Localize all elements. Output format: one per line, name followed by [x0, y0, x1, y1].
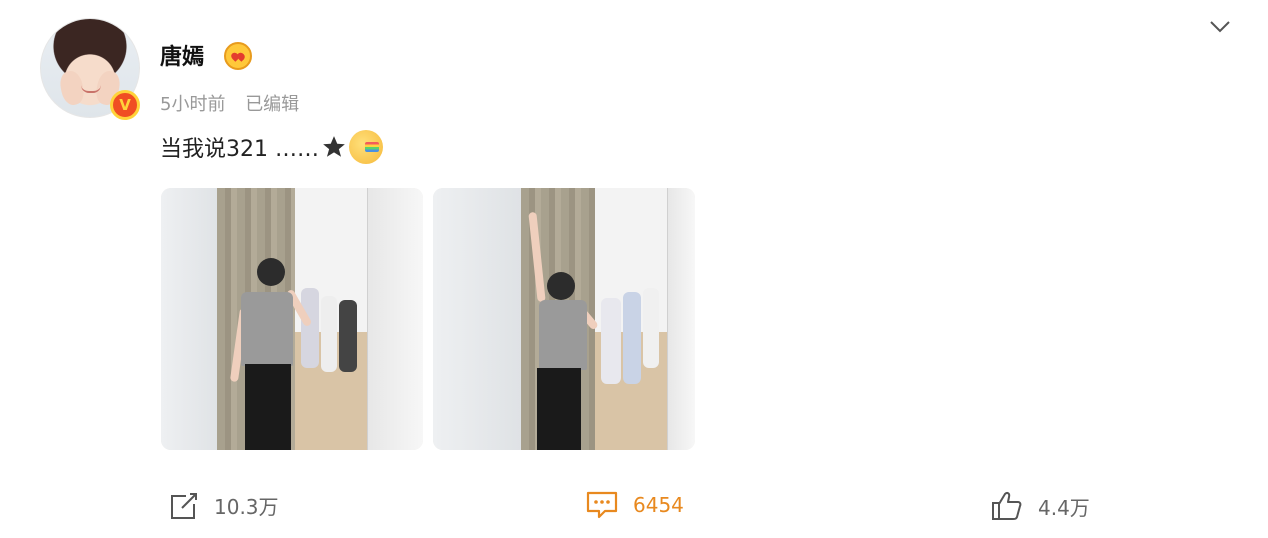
share-button[interactable]: 10.3万 [168, 490, 279, 520]
author-name[interactable]: 唐嫣 [160, 39, 204, 71]
like-button[interactable]: 4.4万 [990, 490, 1090, 522]
post-text-line: 当我说321 …… [160, 130, 383, 164]
post-image-1[interactable] [161, 188, 423, 450]
edited-label[interactable]: 已编辑 [245, 94, 299, 115]
rainbow-face-icon [349, 130, 383, 164]
chevron-down-icon[interactable] [1209, 18, 1231, 36]
post-time[interactable]: 5小时前 [160, 94, 225, 115]
weibo-post: V 唐嫣 5小时前 已编辑 当我说321 …… 10.3万 6454 4.4万 [0, 0, 1268, 538]
comment-count: 6454 [633, 493, 684, 517]
heart-eyes-badge-icon [224, 42, 252, 70]
share-count: 10.3万 [214, 494, 279, 519]
comment-button[interactable]: 6454 [585, 490, 684, 520]
star-icon [323, 136, 345, 157]
post-meta: 5小时前 已编辑 [160, 90, 299, 116]
thumbs-up-icon [992, 492, 1022, 520]
post-text: 当我说321 …… [160, 137, 319, 162]
post-image-2[interactable] [433, 188, 695, 450]
like-count: 4.4万 [1038, 495, 1090, 520]
comment-icon [586, 491, 618, 519]
action-bar: 10.3万 6454 4.4万 [0, 490, 1268, 530]
verified-badge-icon: V [110, 90, 140, 120]
share-icon [171, 493, 197, 519]
author-avatar[interactable]: V [40, 18, 140, 120]
